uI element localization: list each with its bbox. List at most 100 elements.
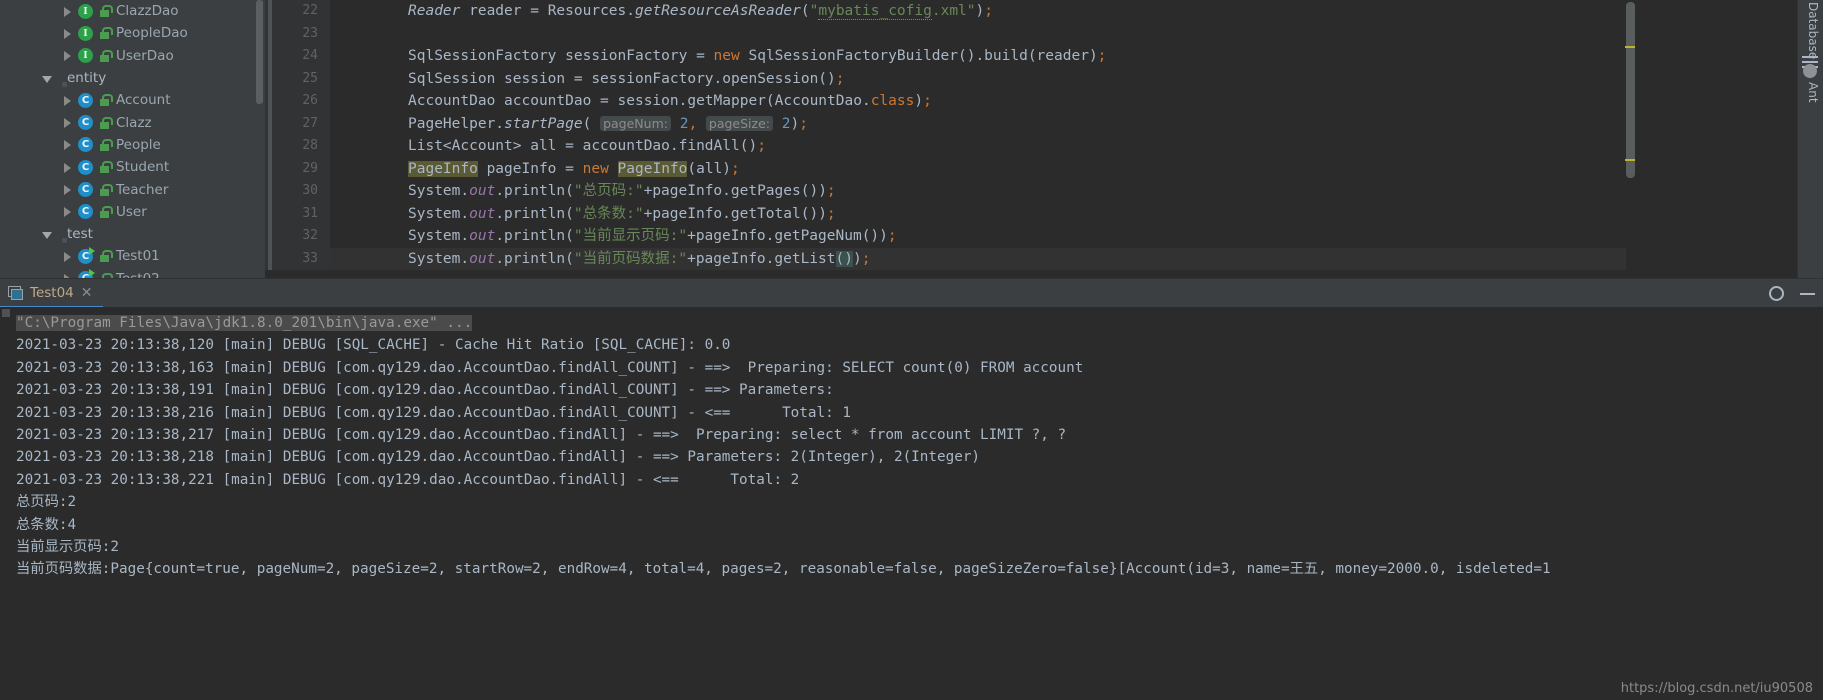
tree-item-label: PeopleDao: [116, 25, 188, 42]
unlocked-icon: [99, 161, 113, 174]
chevron-right-icon[interactable]: [62, 162, 73, 173]
code-editor[interactable]: 22 23 24 25 26 27 28 29 30 31 32 33 Reader reader =…: [265, 0, 1823, 322]
tree-item-label: ClazzDao: [116, 3, 179, 20]
gutter-indent-bar: [268, 0, 272, 270]
class-icon: C: [78, 204, 93, 220]
line-number-27[interactable]: 27: [265, 113, 330, 136]
editor-marker[interactable]: [1625, 46, 1635, 48]
tree-item-people[interactable]: C People: [0, 134, 265, 156]
tree-item-test01[interactable]: C Test01: [0, 245, 265, 267]
right-tool-strip: Database Ant: [1797, 0, 1823, 322]
tree-item-peopledao[interactable]: I PeopleDao: [0, 22, 265, 44]
line-number-30[interactable]: 30: [265, 180, 330, 203]
editor-gutter[interactable]: 22 23 24 25 26 27 28 29 30 31 32 33: [265, 0, 330, 270]
chevron-right-icon[interactable]: [62, 95, 73, 106]
code-line-22[interactable]: Reader reader = Resources.getResourceAsR…: [330, 0, 1630, 23]
code-line-26[interactable]: AccountDao accountDao = session.getMappe…: [330, 90, 1630, 113]
line-number-23[interactable]: 23: [265, 23, 330, 46]
editor-scrollbar-thumb[interactable]: [1626, 2, 1635, 178]
tree-scrollbar-thumb[interactable]: [256, 0, 263, 104]
unlocked-icon: [99, 116, 113, 129]
console-line: 当前页码数据:Page{count=true, pageNum=2, pageS…: [16, 561, 1551, 578]
chevron-right-icon[interactable]: [62, 184, 73, 196]
chevron-right-icon[interactable]: [62, 28, 73, 39]
console-line: 总条数:4: [16, 516, 77, 533]
database-tool-label[interactable]: Database: [1806, 2, 1820, 59]
line-number-31[interactable]: 31: [265, 203, 330, 226]
ant-tool-label[interactable]: Ant: [1806, 82, 1820, 103]
code-line-29[interactable]: PageInfo pageInfo = new PageInfo(all);: [330, 158, 1630, 181]
unlocked-icon: [99, 250, 113, 263]
unlocked-icon: [99, 49, 113, 62]
tree-item-student[interactable]: C Student: [0, 156, 265, 178]
tree-item-label: Account: [116, 92, 171, 109]
line-number-25[interactable]: 25: [265, 68, 330, 91]
console-line: 2021-03-23 20:13:38,221 [main] DEBUG [co…: [16, 471, 800, 488]
param-value-pagesize: 2: [781, 115, 791, 132]
console-line: 当前显示页码:2: [16, 538, 119, 555]
console-line: 总页码:2: [16, 494, 77, 511]
tree-item-test[interactable]: test: [0, 223, 265, 245]
chevron-right-icon[interactable]: [62, 251, 73, 262]
code-line-32[interactable]: System.out.println("当前显示页码:"+pageInfo.ge…: [330, 225, 1630, 248]
console-tab-label: Test04: [30, 284, 74, 301]
chevron-right-icon[interactable]: [62, 50, 73, 62]
unlocked-icon: [99, 27, 113, 40]
tree-item-label: People: [116, 136, 161, 153]
console-line: 2021-03-23 20:13:38,216 [main] DEBUG [co…: [16, 404, 851, 421]
code-content[interactable]: Reader reader = Resources.getResourceAsR…: [330, 0, 1630, 270]
code-line-28[interactable]: List<Account> all = accountDao.findAll()…: [330, 135, 1630, 158]
code-line-25[interactable]: SqlSession session = sessionFactory.open…: [330, 68, 1630, 91]
editor-marker[interactable]: [1625, 159, 1635, 161]
line-number-29[interactable]: 29: [265, 158, 330, 181]
chevron-right-icon[interactable]: [62, 6, 73, 17]
ant-icon[interactable]: [1803, 64, 1817, 78]
chevron-right-icon[interactable]: [62, 206, 73, 218]
tree-item-label: Student: [116, 159, 170, 176]
chevron-down-icon[interactable]: [42, 229, 53, 240]
unlocked-icon: [99, 94, 113, 107]
tree-item-user[interactable]: C User: [0, 201, 265, 223]
code-line-30[interactable]: System.out.println("总页码:"+pageInfo.getPa…: [330, 180, 1630, 203]
code-line-31[interactable]: System.out.println("总条数:"+pageInfo.getTo…: [330, 203, 1630, 226]
tree-item-label: Teacher: [116, 181, 169, 198]
console-tab-test04[interactable]: Test04 ✕: [0, 279, 103, 308]
line-number-22[interactable]: 22: [265, 0, 330, 23]
ide-window: I ClazzDao I PeopleDao I UserDao entity C Accoun…: [0, 0, 1823, 700]
close-icon[interactable]: ✕: [81, 286, 93, 300]
top-area: I ClazzDao I PeopleDao I UserDao entity C Accoun…: [0, 0, 1823, 322]
line-number-28[interactable]: 28: [265, 135, 330, 158]
tree-item-label: Test01: [116, 248, 160, 265]
minimize-icon[interactable]: [1800, 292, 1815, 295]
tree-item-clazzdao[interactable]: I ClazzDao: [0, 0, 265, 22]
console-tab-bar: Test04 ✕: [0, 278, 1823, 308]
code-line-27[interactable]: PageHelper.startPage( pageNum: 2, pageSi…: [330, 113, 1630, 136]
interface-icon: I: [78, 48, 93, 64]
tree-item-userdao[interactable]: I UserDao: [0, 45, 265, 67]
run-console-panel: Test04 ✕ "C:\Program Files\Java\jdk1.8.0…: [0, 278, 1823, 700]
project-tree[interactable]: I ClazzDao I PeopleDao I UserDao entity C Accoun…: [0, 0, 265, 322]
gear-icon[interactable]: [1769, 286, 1784, 301]
chevron-right-icon[interactable]: [62, 117, 73, 129]
chevron-down-icon[interactable]: [42, 73, 53, 84]
console-command-line: "C:\Program Files\Java\jdk1.8.0_201\bin\…: [16, 315, 473, 331]
console-scrollbar-thumb[interactable]: [2, 309, 10, 317]
line-number-26[interactable]: 26: [265, 90, 330, 113]
code-line-24[interactable]: SqlSessionFactory sessionFactory = new S…: [330, 45, 1630, 68]
tree-item-label: User: [116, 203, 147, 220]
tree-item-account[interactable]: C Account: [0, 89, 265, 111]
line-number-24[interactable]: 24: [265, 45, 330, 68]
console-toolbar: [1769, 279, 1815, 308]
code-line-23[interactable]: [330, 23, 1630, 46]
chevron-right-icon[interactable]: [62, 139, 73, 151]
class-icon: C: [78, 92, 93, 108]
code-line-33[interactable]: System.out.println("当前页码数据:"+pageInfo.ge…: [330, 247, 1630, 270]
tree-item-clazz[interactable]: C Clazz: [0, 111, 265, 133]
tree-item-teacher[interactable]: C Teacher: [0, 178, 265, 200]
line-number-33[interactable]: 33: [265, 248, 330, 271]
param-hint-pagenum: pageNum:: [600, 115, 671, 131]
console-output[interactable]: "C:\Program Files\Java\jdk1.8.0_201\bin\…: [0, 307, 1823, 700]
line-number-32[interactable]: 32: [265, 225, 330, 248]
tree-item-entity[interactable]: entity: [0, 67, 265, 89]
console-line: 2021-03-23 20:13:38,120 [main] DEBUG [SQ…: [16, 337, 731, 354]
